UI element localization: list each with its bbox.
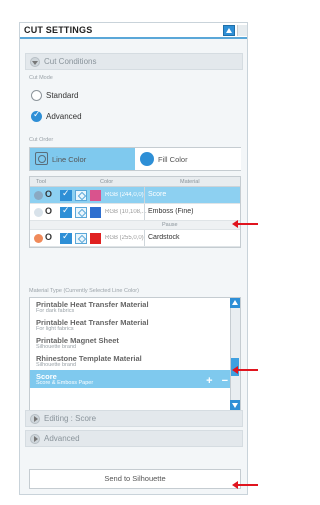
material-sub: Silhouette brand <box>36 344 77 350</box>
cut-order-label: Cut Order <box>29 137 54 143</box>
mode-advanced-radio[interactable]: Advanced <box>29 109 109 125</box>
mode-standard-radio[interactable]: Standard <box>29 88 109 104</box>
cut-conditions-header[interactable]: Cut Conditions <box>25 53 243 70</box>
advanced-header[interactable]: Advanced <box>25 430 243 447</box>
table-row[interactable]: O RGB (10,108,... Emboss (Fine) <box>30 204 240 221</box>
annotation-arrow <box>232 366 258 374</box>
cut-order-icon: O <box>45 206 53 216</box>
material-list[interactable]: Printable Heat Transfer Material For dar… <box>29 297 241 411</box>
cut-order-icon: O <box>45 232 53 242</box>
material-sub: Score & Emboss Paper <box>36 380 94 386</box>
list-item[interactable]: Rhinestone Template Material Silhouette … <box>30 352 240 370</box>
add-material-button[interactable]: + <box>206 375 212 387</box>
checkbox-icon[interactable] <box>60 232 72 244</box>
tab-fill-color[interactable]: Fill Color <box>136 148 241 170</box>
chevron-down-icon <box>30 57 40 67</box>
radio-icon[interactable] <box>31 90 42 101</box>
editing-score-label: Editing : Score <box>44 414 97 423</box>
list-item[interactable]: Score Score & Emboss Paper + − <box>30 370 240 388</box>
list-item[interactable]: Printable Magnet Sheet Silhouette brand <box>30 334 240 352</box>
material-value: Cardstock <box>148 234 180 241</box>
list-tools: + − <box>200 375 228 387</box>
checkbox-icon[interactable] <box>60 189 72 201</box>
pen-icon[interactable] <box>75 233 87 244</box>
tab-line-color[interactable]: Line Color <box>30 148 135 170</box>
pen-icon[interactable] <box>75 207 87 218</box>
tab-fill-color-label: Fill Color <box>158 155 188 164</box>
cut-mode-label: Cut Mode <box>29 75 53 81</box>
line-color-icon <box>35 152 48 165</box>
remove-material-button[interactable]: − <box>222 375 228 387</box>
material-sub: For dark fabrics <box>36 308 75 314</box>
panel-title: CUT SETTINGS <box>24 25 93 35</box>
header-color: Color <box>100 179 114 185</box>
material-value: Score <box>148 191 167 198</box>
checkbox-icon[interactable] <box>60 206 72 218</box>
material-value: Emboss (Fine) <box>148 208 194 215</box>
color-swatch <box>90 233 101 244</box>
table-header: Tool Color Material <box>30 177 240 187</box>
list-item[interactable]: Printable Heat Transfer Material For dar… <box>30 298 240 316</box>
pause-row: Pause <box>30 221 240 230</box>
color-swatch <box>90 190 101 201</box>
material-sub: For light fabrics <box>36 326 74 332</box>
pause-label: Pause <box>162 222 178 228</box>
collapse-panel-button[interactable] <box>223 25 235 36</box>
scrollbar[interactable] <box>230 298 240 410</box>
chevron-right-icon <box>30 414 40 424</box>
pen-icon[interactable] <box>75 190 87 201</box>
table-row[interactable]: O RGB (244,0,0) Score <box>30 187 240 204</box>
editing-score-header[interactable]: Editing : Score <box>25 410 243 427</box>
color-tabs: Line Color Fill Color <box>29 147 241 171</box>
header-material: Material <box>180 179 200 185</box>
scroll-up-icon[interactable] <box>230 298 240 308</box>
tab-line-color-label: Line Color <box>52 155 87 164</box>
fill-color-icon <box>140 152 154 166</box>
list-item[interactable]: Printable Heat Transfer Material For lig… <box>30 316 240 334</box>
header-tool: Tool <box>36 179 47 185</box>
material-type-label: Material Type (Currently Selected Line C… <box>29 288 139 294</box>
annotation-arrow <box>232 220 258 228</box>
annotation-arrow <box>232 481 258 489</box>
tool-icon <box>34 191 43 200</box>
table-row[interactable]: O RGB (255,0,0) Cardstock <box>30 230 240 247</box>
side-tab[interactable] <box>237 25 247 36</box>
mode-advanced-label: Advanced <box>46 112 82 121</box>
cut-conditions-label: Cut Conditions <box>44 57 97 66</box>
material-sub: Silhouette brand <box>36 362 77 368</box>
send-to-silhouette-button[interactable]: Send to Silhouette <box>29 469 241 489</box>
scroll-down-icon[interactable] <box>230 400 240 410</box>
advanced-label: Advanced <box>44 434 80 443</box>
tool-icon <box>34 234 43 243</box>
panel-header: CUT SETTINGS <box>20 23 247 39</box>
radio-checked-icon[interactable] <box>31 110 42 122</box>
mode-standard-label: Standard <box>46 91 79 100</box>
chevron-right-icon <box>30 434 40 444</box>
cut-order-icon: O <box>45 189 53 199</box>
tool-icon <box>34 208 43 217</box>
color-swatch <box>90 207 101 218</box>
cut-order-table: Tool Color Material O RGB (244,0,0) Scor… <box>29 176 241 248</box>
